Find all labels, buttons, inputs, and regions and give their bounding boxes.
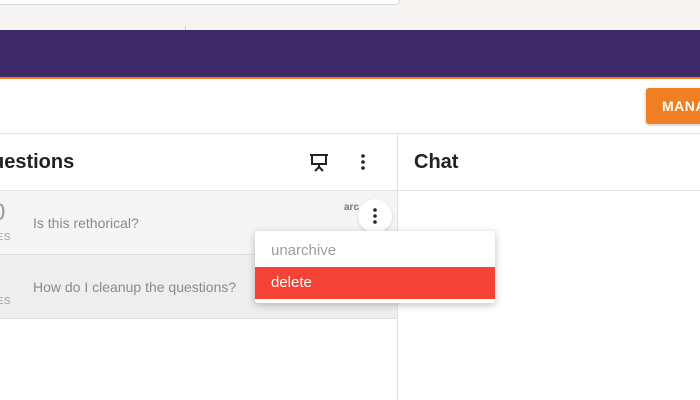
votes-label: TES	[0, 232, 11, 243]
menu-item-delete[interactable]: delete	[255, 267, 495, 299]
brand-header-bar	[0, 30, 700, 77]
toolbar	[0, 79, 700, 134]
more-vert-icon[interactable]	[351, 150, 375, 174]
questions-title-text: uestions	[0, 151, 75, 173]
status-badge: arc	[344, 202, 360, 213]
presentation-icon[interactable]	[307, 150, 331, 174]
context-menu: unarchive delete	[255, 231, 495, 303]
row-more-vert-icon[interactable]	[358, 199, 392, 233]
menu-item-unarchive[interactable]: unarchive	[255, 235, 495, 267]
votes-label: TES	[0, 296, 11, 307]
question-text: How do I cleanup the questions?	[33, 279, 237, 295]
questions-title: uestions	[0, 151, 74, 174]
top-strip	[0, 0, 700, 30]
vote-count: 0	[0, 199, 5, 227]
chat-title: Chat	[414, 151, 459, 173]
top-input-field[interactable]	[0, 0, 400, 5]
manage-button[interactable]: MANA	[646, 88, 700, 124]
panel-header-divider	[398, 190, 700, 191]
question-text: Is this rethorical?	[33, 215, 139, 231]
